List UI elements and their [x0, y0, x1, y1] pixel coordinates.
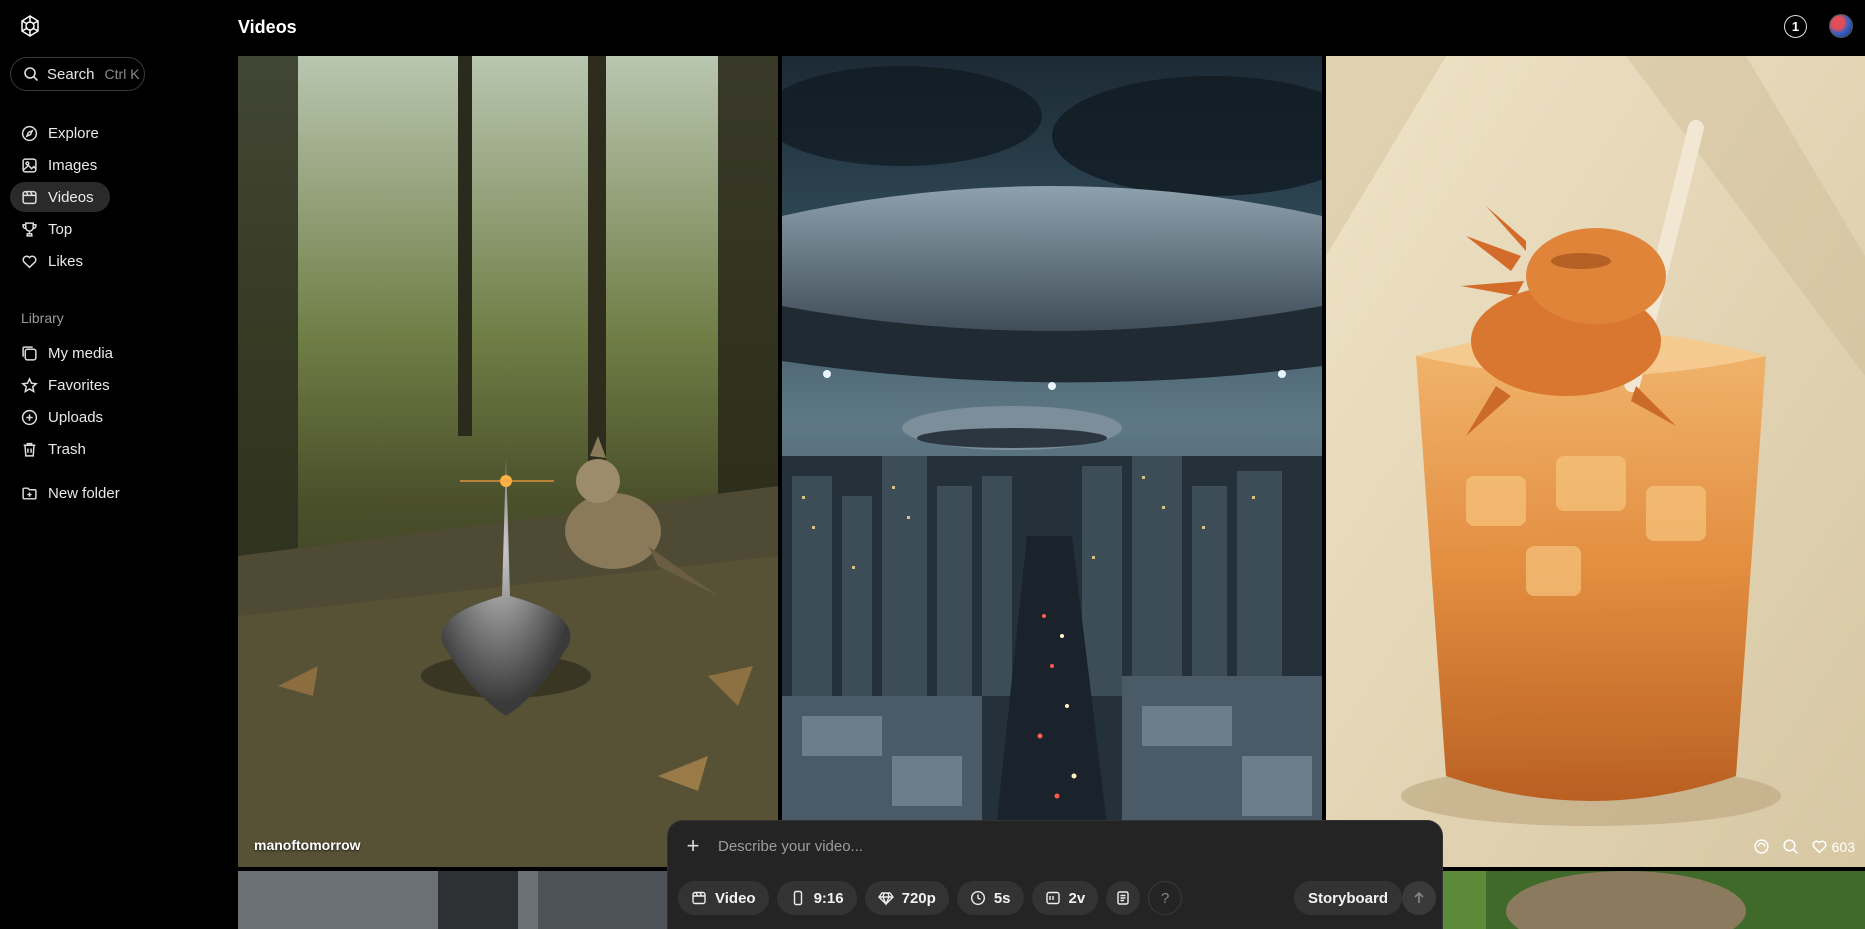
nav-item-images[interactable]: Images [10, 150, 113, 180]
nav-item-my-media[interactable]: My media [10, 338, 129, 368]
resolution-label: 720p [901, 889, 936, 907]
aspect-ratio-label: 9:16 [813, 889, 844, 907]
video-tile[interactable]: 603 [1326, 56, 1865, 867]
prompt-composer: + Video 9:16 720p 5s 2v ? Storyboard [667, 820, 1443, 929]
nav-label-trash: Trash [48, 440, 86, 458]
type-label: Video [715, 889, 756, 907]
nav-item-favorites[interactable]: Favorites [10, 370, 126, 400]
compass-icon [21, 125, 38, 141]
composer-options: Video 9:16 720p 5s 2v ? [678, 881, 1183, 915]
nav-item-top[interactable]: Top [10, 214, 88, 244]
nav-item-explore[interactable]: Explore [10, 118, 115, 148]
notification-badge[interactable]: 1 [1784, 15, 1807, 38]
nav-label-favorites: Favorites [48, 376, 110, 394]
like-icon[interactable] [1811, 838, 1828, 855]
nav-label-images: Images [48, 156, 98, 174]
trash-icon [23, 442, 36, 457]
new-folder-button[interactable]: New folder [10, 478, 136, 508]
video-thumbnail [782, 56, 1322, 867]
folder-nav: New folder [10, 478, 230, 510]
help-button[interactable]: ? [1148, 881, 1183, 915]
media-icon [22, 345, 37, 361]
type-selector[interactable]: Video [678, 881, 769, 915]
duration-selector[interactable]: 5s [956, 881, 1024, 915]
main-nav: Explore Images Videos Top Likes [10, 118, 230, 278]
library-section-label: Library [21, 310, 64, 326]
document-icon [1117, 891, 1129, 905]
video-tile[interactable] [782, 56, 1322, 867]
prompt-input[interactable] [718, 833, 1318, 859]
nav-item-trash[interactable]: Trash [10, 434, 102, 464]
search-label: Search [47, 65, 95, 83]
new-folder-label: New folder [48, 484, 120, 502]
presets-button[interactable] [1106, 881, 1141, 915]
video-icon [692, 891, 706, 905]
nav-label-uploads: Uploads [48, 408, 104, 426]
trophy-icon [22, 221, 37, 237]
like-count: 603 [1831, 838, 1855, 855]
new-folder-icon [22, 486, 37, 500]
portrait-icon [793, 890, 802, 906]
image-icon [22, 157, 37, 173]
nav-label-explore: Explore [48, 124, 99, 142]
nav-item-likes[interactable]: Likes [10, 246, 99, 276]
variations-label: 2v [1068, 889, 1086, 907]
star-icon [21, 376, 38, 393]
aspect-ratio-selector[interactable]: 9:16 [776, 881, 857, 915]
diamond-icon [877, 892, 894, 906]
arrow-up-icon [1414, 891, 1424, 903]
video-icon [22, 190, 37, 204]
upload-icon [21, 409, 38, 425]
page-title: Videos [238, 17, 297, 37]
nav-label-top: Top [48, 220, 73, 238]
add-attachment-button[interactable]: + [682, 833, 704, 858]
zoom-icon[interactable] [1782, 838, 1799, 855]
heart-icon [22, 255, 37, 268]
nav-label-my-media: My media [48, 344, 114, 362]
nav-item-uploads[interactable]: Uploads [10, 402, 119, 432]
search-shortcut: Ctrl K [104, 66, 140, 82]
variations-selector[interactable]: 2v [1031, 881, 1099, 915]
variations-icon [1045, 891, 1060, 905]
library-nav: My media Favorites Uploads Trash [10, 338, 230, 466]
openai-logo-icon[interactable] [18, 14, 42, 38]
storyboard-button[interactable]: Storyboard [1294, 881, 1403, 915]
resolution-selector[interactable]: 720p [864, 881, 949, 915]
tile-actions: 603 [1753, 838, 1855, 855]
search-button[interactable]: Search Ctrl K [10, 57, 145, 91]
search-icon [24, 67, 39, 82]
submit-button[interactable] [1402, 881, 1436, 915]
tile-creator-name[interactable]: manoftomorrow [254, 837, 361, 853]
video-thumbnail [1326, 56, 1865, 867]
avatar[interactable] [1829, 14, 1853, 38]
video-tile[interactable]: manoftomorrow [238, 56, 778, 867]
sidebar: Search Ctrl K Explore Images Videos Top … [0, 0, 236, 929]
clock-icon [970, 890, 985, 906]
remix-icon[interactable] [1753, 838, 1770, 855]
nav-label-videos: Videos [48, 188, 94, 206]
nav-label-likes: Likes [48, 252, 84, 270]
video-thumbnail [238, 56, 778, 867]
duration-label: 5s [993, 889, 1011, 907]
nav-item-videos[interactable]: Videos [10, 182, 110, 212]
